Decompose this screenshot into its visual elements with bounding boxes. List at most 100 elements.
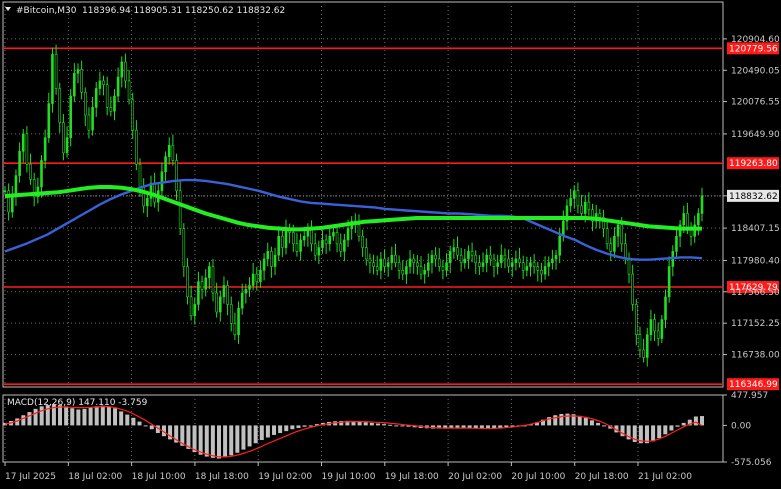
candle-body [120,61,124,78]
candle-body [332,232,335,237]
candle-body [551,258,554,264]
candle-body [390,254,394,264]
candle-body [29,163,32,180]
candle-body [540,270,543,275]
candle-body [197,281,200,305]
macd-histogram-bar [259,425,264,441]
candle-body [361,235,364,248]
macd-histogram-bar [229,425,234,456]
candle-body [259,270,262,282]
macd-histogram-bar [296,425,301,428]
macd-histogram-bar [577,415,582,426]
candle-body [638,334,642,351]
candle-body [441,266,445,271]
candle-body [434,254,437,260]
level-price-label: 116346.99 [729,380,778,390]
candle-body [583,201,587,214]
macd-histogram-bar [284,425,289,432]
candle-body [456,247,459,256]
macd-histogram-bar [265,425,270,438]
candle-body [91,107,94,131]
candle-body [21,133,25,152]
x-tick-label: 19 Jul 10:00 [322,472,376,482]
candle-body [445,262,448,271]
candle-body [25,133,29,165]
last-price-label: 118832.62 [729,192,778,202]
macd-histogram-bar [583,417,588,426]
candle-body [102,80,105,85]
macd-histogram-bar [58,405,63,426]
candle-body [182,228,186,267]
macd-histogram-bar [125,414,130,426]
candle-body [105,84,109,108]
candle-body [397,262,401,271]
macd-histogram-bar [143,425,148,427]
x-tick-label: 20 Jul 18:00 [575,472,629,482]
candle-body [291,232,295,245]
candle-body [186,266,189,298]
macd-histogram-bar [149,425,154,430]
macd-histogram-bar [394,425,399,427]
candle-body [394,254,397,264]
y-tick-label: 119649.90 [731,130,780,140]
candle-body [518,258,521,264]
candle-body [642,349,645,358]
candle-body [138,163,142,188]
candle-body [682,213,686,226]
candle-body [277,235,280,256]
macd-histogram-bar [241,425,246,450]
candle-body [284,228,288,248]
candle-body [317,247,321,256]
y-tick-label: 117566.50 [731,288,780,298]
candle-body [178,190,182,229]
candle-body [62,122,65,154]
candle-body [160,171,164,192]
candle-body [416,262,419,267]
candle-body [335,232,339,245]
candle-body [135,129,138,165]
candle-body [364,247,368,260]
candle-body [609,243,613,252]
candle-body [459,254,463,264]
macd-histogram-bar [657,425,662,439]
macd-histogram-bar [302,425,307,427]
macd-histogram-bar [589,420,594,426]
macd-histogram-bar [198,425,203,455]
candle-body [558,235,561,256]
candle-body [572,190,576,199]
macd-label: MACD(12,26,9) 147.110 -3.759 [7,398,148,408]
candle-body [379,258,383,271]
macd-histogram-bar [113,408,118,426]
candle-body [686,213,689,229]
candle-body [240,292,244,309]
candle-body [401,270,405,275]
macd-histogram-bar [137,421,142,426]
candle-body [529,262,532,267]
candle-body [73,73,76,97]
candle-body [664,296,667,320]
candle-body [408,258,412,267]
macd-y-tick-label: 477.957 [731,391,768,401]
candle-body [94,88,98,108]
y-tick-label: 120904.60 [731,35,780,45]
macd-histogram-bar [382,424,387,426]
candle-body [448,251,452,264]
candle-body [226,285,229,305]
x-tick-label: 18 Jul 10:00 [132,472,186,482]
macd-histogram-bar [76,409,81,426]
y-tick-label: 120490.05 [731,66,780,76]
candle-body [419,266,423,275]
macd-y-tick-label: -575.056 [731,458,772,468]
candle-body [200,281,204,290]
candle-body [124,61,127,82]
candle-body [83,91,87,116]
candle-body [69,95,72,139]
chart-window[interactable]: 120779.56119263.80117629.79116346.99 120… [0,0,781,489]
candle-body [321,239,324,248]
symbol-label: #Bitcoin,M30 [16,6,77,16]
candle-body [372,262,375,267]
candle-body [463,258,467,264]
candle-body [375,266,379,271]
macd-histogram-bar [235,425,240,453]
candle-body [346,228,350,241]
